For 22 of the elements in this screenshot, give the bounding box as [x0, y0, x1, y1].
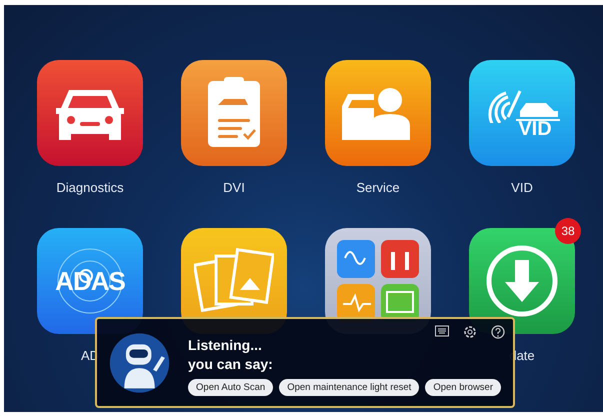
logo-text: ADAS [55, 268, 125, 294]
download-icon [485, 244, 559, 318]
photos-icon [194, 248, 274, 314]
prompt-text: you can say: [188, 356, 274, 373]
app-tile[interactable] [37, 60, 143, 166]
app-tile[interactable] [469, 228, 575, 334]
app-label: Diagnostics [56, 180, 124, 195]
app-tile[interactable] [325, 60, 431, 166]
keyboard-icon[interactable] [435, 325, 449, 339]
logo-text: VID [518, 119, 552, 139]
voice-command-chip[interactable]: Open maintenance light reset [279, 379, 420, 396]
notification-badge: 38 [555, 218, 581, 244]
app-label: DVI [223, 180, 245, 195]
app-tile[interactable] [181, 60, 287, 166]
help-icon[interactable] [491, 325, 505, 339]
settings-icon[interactable] [463, 325, 477, 339]
app-label: Service [356, 180, 400, 195]
voice-command-chip[interactable]: Open Auto Scan [188, 379, 274, 396]
clipboard-icon [206, 77, 262, 149]
app-label: VID [511, 180, 533, 195]
voice-command-chip[interactable]: Open browser [425, 379, 501, 396]
listening-status: Listening... [188, 337, 263, 354]
